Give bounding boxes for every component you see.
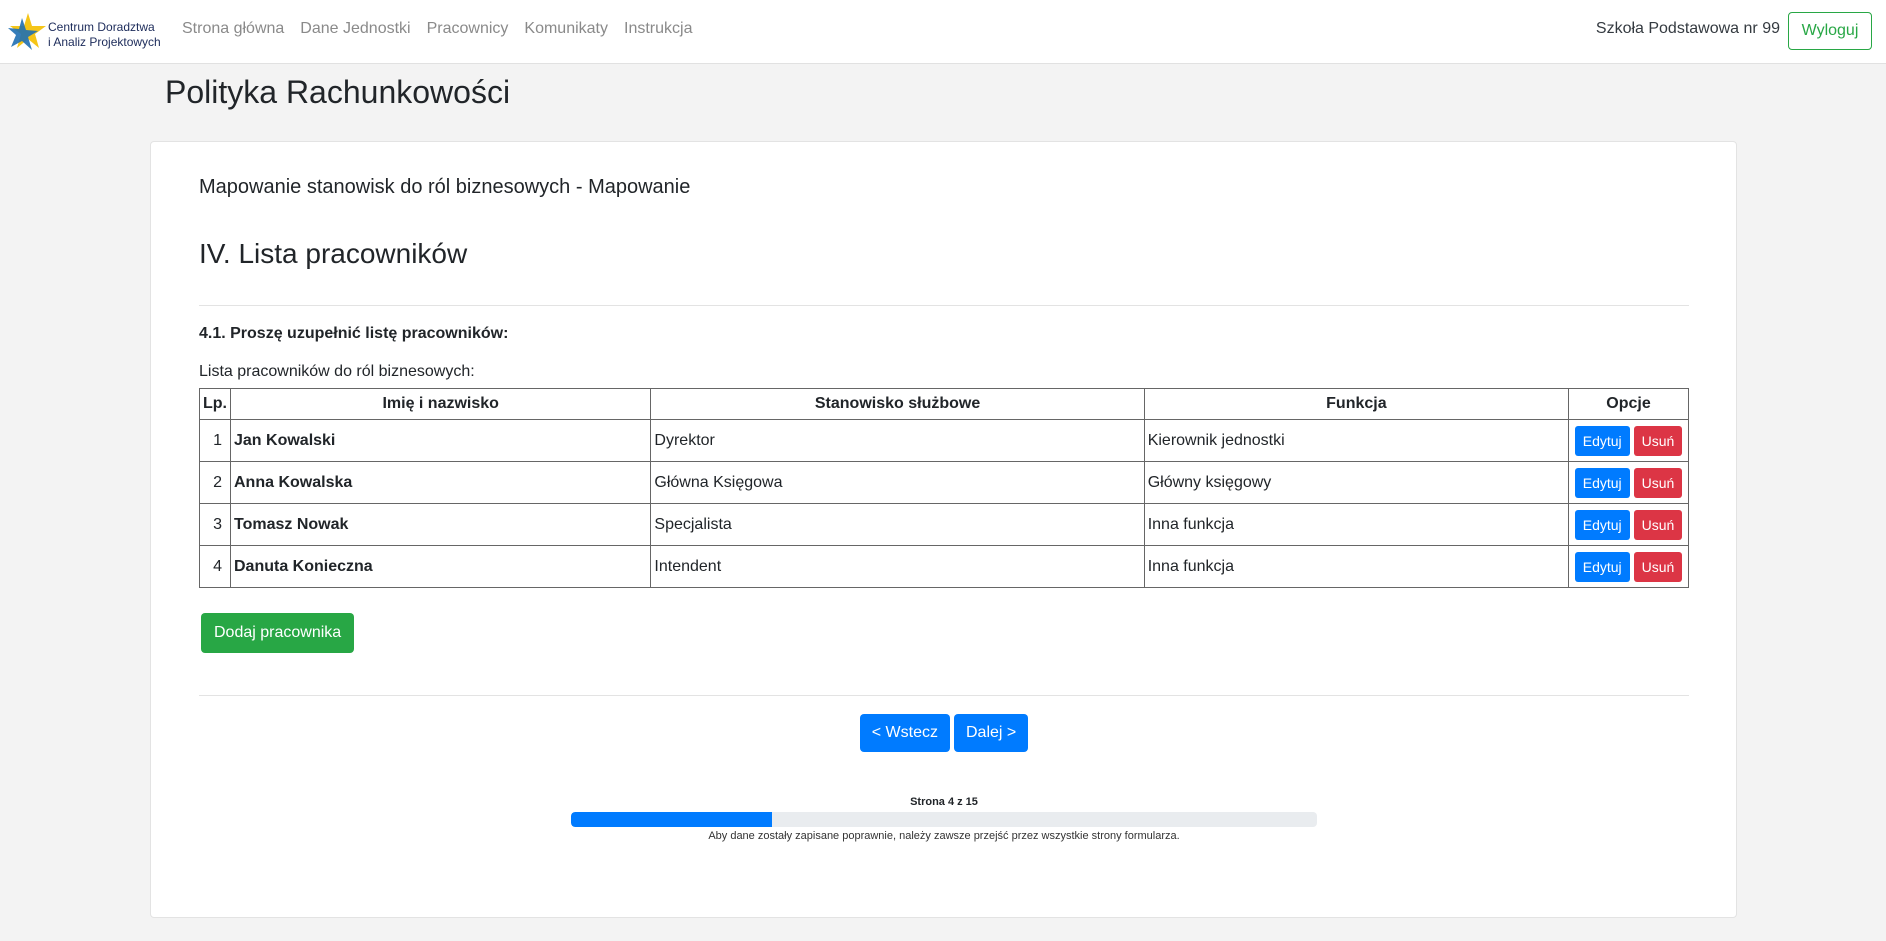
table-row: 4 Danuta Konieczna Intendent Inna funkcj… [199, 545, 1689, 588]
edit-button[interactable]: Edytuj [1574, 551, 1630, 582]
employees-table: Lp. Imię i nazwisko Stanowisko służbowe … [199, 388, 1689, 588]
progress-note: Aby dane zostały zapisane poprawnie, nal… [708, 830, 1180, 842]
cell-options: Edytuj Usuń [1568, 461, 1689, 504]
delete-button[interactable]: Usuń [1633, 425, 1683, 456]
brand-logo[interactable]: Centrum Doradztwa i Analiz Projektowych [8, 12, 162, 52]
header-position: Stanowisko służbowe [650, 388, 1145, 420]
table-header-row: Lp. Imię i nazwisko Stanowisko służbowe … [199, 388, 1689, 420]
nav-item-messages[interactable]: Komunikaty [524, 20, 608, 38]
page-navigation: < Wstecz Dalej > [199, 714, 1689, 752]
progress-bar [571, 812, 1317, 827]
header-options: Opcje [1568, 388, 1689, 420]
cell-lp: 1 [199, 419, 231, 462]
cell-position: Dyrektor [650, 419, 1145, 462]
school-name: Szkoła Podstawowa nr 99 [1595, 20, 1780, 37]
form-card: Mapowanie stanowisk do ról biznesowych -… [150, 141, 1737, 918]
nav-item-instructions[interactable]: Instrukcja [624, 20, 692, 38]
brand-name: Centrum Doradztwa i Analiz Projektowych [48, 20, 161, 50]
table-row: 2 Anna Kowalska Główna Księgowa Główny k… [199, 461, 1689, 504]
table-row: 3 Tomasz Nowak Specjalista Inna funkcja … [199, 503, 1689, 546]
cell-lp: 3 [199, 503, 231, 546]
cell-function: Kierownik jednostki [1143, 419, 1570, 462]
cell-function: Główny księgowy [1143, 461, 1570, 504]
cell-name: Anna Kowalska [229, 461, 652, 504]
section-title: IV. Lista pracowników [199, 238, 468, 269]
cell-name: Danuta Konieczna [229, 545, 652, 588]
page-title: Polityka Rachunkowości [165, 74, 511, 110]
cell-lp: 2 [199, 461, 231, 504]
brand-line-2: i Analiz Projektowych [48, 35, 161, 49]
top-navbar: Centrum Doradztwa i Analiz Projektowych … [0, 0, 1886, 64]
cell-name: Jan Kowalski [229, 419, 652, 462]
form-subtitle: Mapowanie stanowisk do ról biznesowych -… [199, 176, 691, 198]
cell-position: Intendent [650, 545, 1145, 588]
back-button[interactable]: < Wstecz [859, 714, 950, 752]
main-nav: Strona główna Dane Jednostki Pracownicy … [182, 20, 708, 38]
nav-item-employees[interactable]: Pracownicy [427, 20, 509, 38]
delete-button[interactable]: Usuń [1633, 551, 1683, 582]
cell-options: Edytuj Usuń [1568, 545, 1689, 588]
divider [199, 305, 1689, 306]
delete-button[interactable]: Usuń [1633, 509, 1683, 540]
next-button[interactable]: Dalej > [953, 714, 1029, 752]
cell-name: Tomasz Nowak [229, 503, 652, 546]
header-function: Funkcja [1143, 388, 1570, 420]
progress-label: Strona 4 z 15 [910, 796, 978, 808]
cell-function: Inna funkcja [1143, 545, 1570, 588]
header-lp: Lp. [199, 388, 231, 420]
divider [199, 695, 1689, 696]
table-row: 1 Jan Kowalski Dyrektor Kierownik jednos… [199, 419, 1689, 462]
cell-position: Specjalista [650, 503, 1145, 546]
progress-bar-fill [571, 812, 773, 827]
question-label: 4.1. Proszę uzupełnić listę pracowników: [199, 325, 509, 342]
list-label: Lista pracowników do ról biznesowych: [199, 363, 475, 380]
cell-function: Inna funkcja [1143, 503, 1570, 546]
delete-button[interactable]: Usuń [1633, 467, 1683, 498]
cell-lp: 4 [199, 545, 231, 588]
star-logo-icon [8, 13, 46, 50]
edit-button[interactable]: Edytuj [1574, 467, 1630, 498]
add-employee-button[interactable]: Dodaj pracownika [201, 613, 355, 653]
header-name: Imię i nazwisko [229, 388, 652, 420]
logout-button[interactable]: Wyloguj [1788, 12, 1872, 50]
edit-button[interactable]: Edytuj [1574, 425, 1630, 456]
cell-position: Główna Księgowa [650, 461, 1145, 504]
nav-item-unit-data[interactable]: Dane Jednostki [300, 20, 410, 38]
cell-options: Edytuj Usuń [1568, 419, 1689, 462]
cell-options: Edytuj Usuń [1568, 503, 1689, 546]
brand-line-1: Centrum Doradztwa [48, 20, 155, 34]
edit-button[interactable]: Edytuj [1574, 509, 1630, 540]
nav-item-home[interactable]: Strona główna [182, 20, 284, 38]
